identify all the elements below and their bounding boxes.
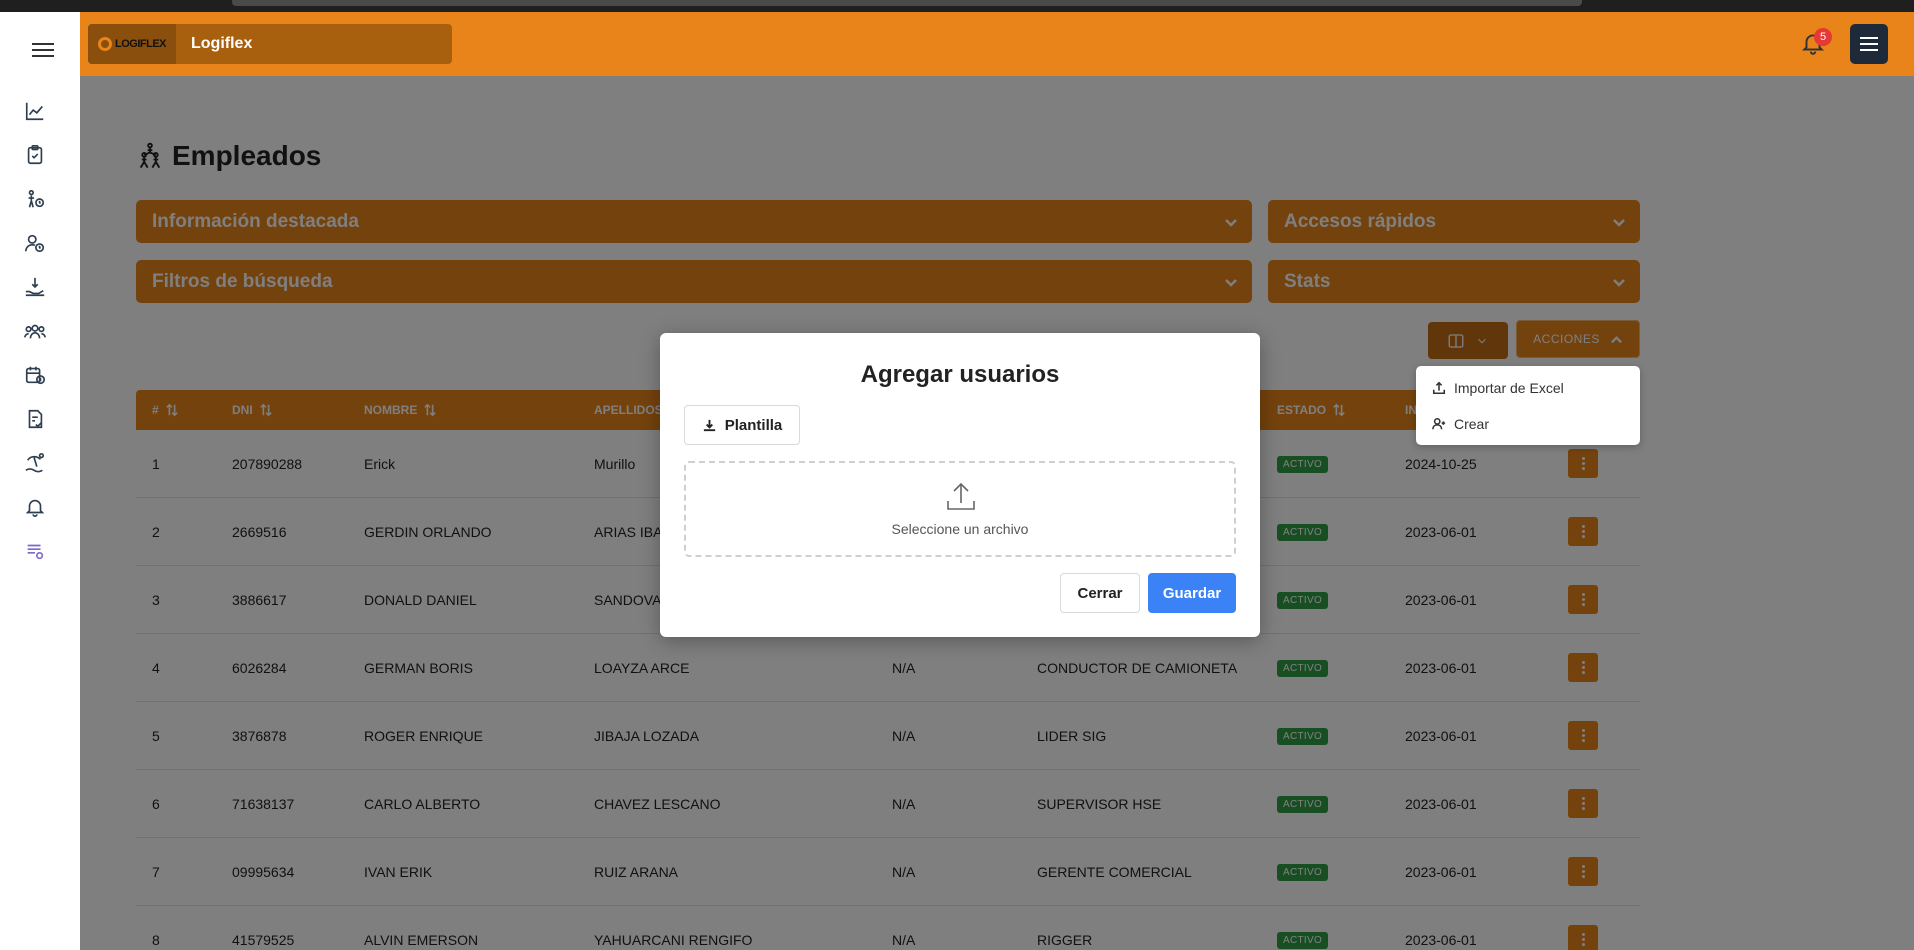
download-template-button[interactable]: Plantilla [684, 405, 800, 445]
notifications-button[interactable]: 5 [1800, 28, 1832, 60]
clipboard-icon[interactable] [22, 142, 48, 168]
user-plus-icon [1432, 417, 1446, 430]
beach-icon[interactable] [22, 450, 48, 476]
save-button[interactable]: Guardar [1148, 573, 1236, 613]
top-header: LOGIFLEX Logiflex 5 [80, 12, 1914, 76]
person-clock-icon[interactable] [22, 186, 48, 212]
app-name: Logiflex [191, 35, 253, 52]
chart-line-icon[interactable] [22, 98, 48, 124]
actions-dropdown-menu: Importar de Excel Crear [1416, 366, 1640, 445]
brand-logo: LOGIFLEX [88, 24, 176, 64]
browser-top-strip [0, 0, 1914, 12]
close-button[interactable]: Cerrar [1060, 573, 1140, 613]
hand-money-icon[interactable] [22, 274, 48, 300]
sidebar-toggle-icon[interactable] [32, 40, 54, 60]
calendar-money-icon[interactable] [22, 362, 48, 388]
user-clock-icon[interactable] [22, 230, 48, 256]
document-check-icon[interactable] [22, 406, 48, 432]
upload-icon [1432, 381, 1446, 395]
header-menu-button[interactable] [1850, 24, 1888, 64]
add-users-modal: Agregar usuarios Plantilla Seleccione un… [660, 333, 1260, 637]
top-strip-bar [232, 0, 1582, 6]
bell-icon[interactable] [22, 494, 48, 520]
download-icon [703, 419, 715, 431]
brand-area[interactable]: LOGIFLEX Logiflex [88, 24, 452, 64]
dropzone-text: Seleccione un archivo [891, 521, 1029, 537]
list-settings-icon[interactable] [22, 538, 48, 564]
sidebar [0, 12, 80, 950]
template-label: Plantilla [724, 416, 783, 434]
create-menu-item[interactable]: Crear [1416, 406, 1640, 442]
upload-icon [944, 479, 978, 513]
import-excel-label: Importar de Excel [1454, 380, 1564, 396]
users-icon[interactable] [22, 318, 48, 344]
import-excel-menu-item[interactable]: Importar de Excel [1416, 370, 1640, 406]
file-dropzone[interactable]: Seleccione un archivo [684, 461, 1236, 557]
create-label: Crear [1454, 416, 1490, 432]
modal-title: Agregar usuarios [860, 361, 1060, 388]
notification-count-badge: 5 [1814, 28, 1832, 46]
